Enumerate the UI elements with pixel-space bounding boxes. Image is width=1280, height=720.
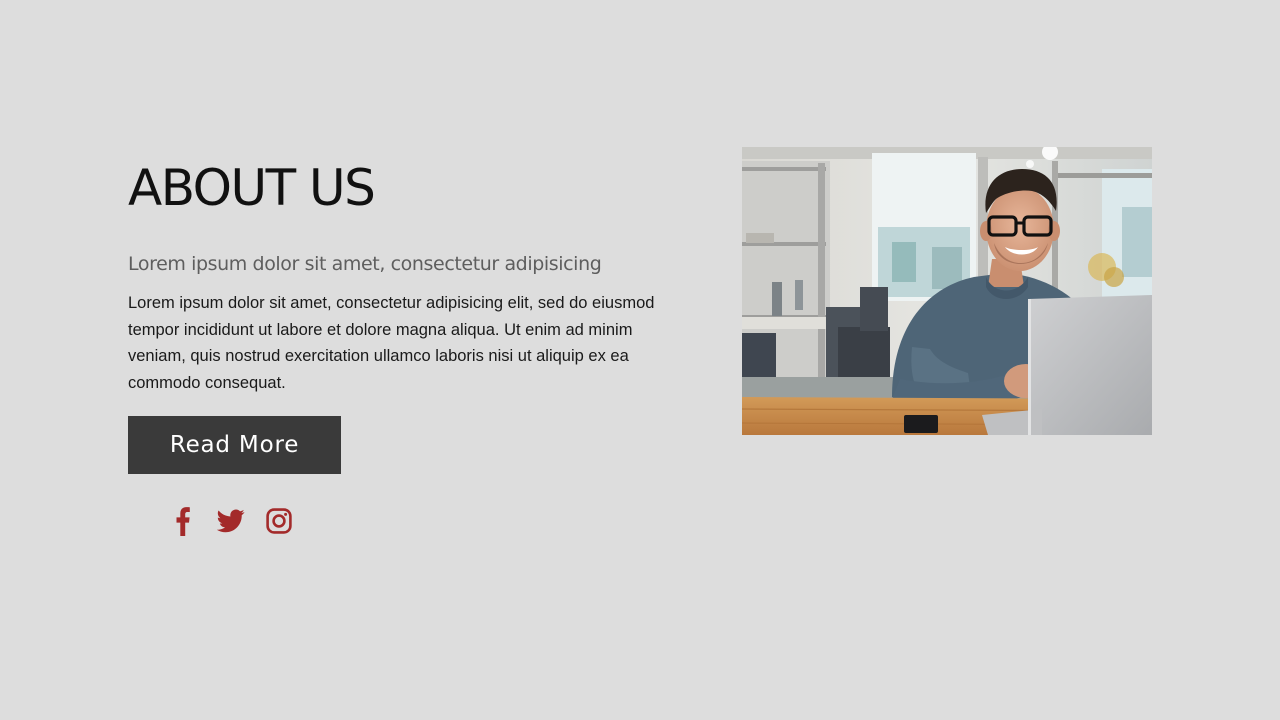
read-more-button[interactable]: Read More (128, 415, 341, 474)
instagram-icon (266, 508, 292, 534)
page-title: ABOUT US (128, 159, 376, 217)
facebook-link[interactable] (170, 504, 196, 538)
twitter-link[interactable] (216, 504, 246, 538)
instagram-link[interactable] (265, 504, 293, 538)
about-section: ABOUT US Lorem ipsum dolor sit amet, con… (0, 0, 1280, 720)
about-subtitle: Lorem ipsum dolor sit amet, consectetur … (128, 253, 602, 275)
social-links (170, 504, 293, 538)
twitter-icon (217, 509, 245, 533)
about-photo (742, 147, 1152, 435)
about-content: ABOUT US Lorem ipsum dolor sit amet, con… (128, 158, 688, 474)
facebook-icon (176, 507, 190, 536)
office-photo (742, 147, 1152, 435)
about-paragraph: Lorem ipsum dolor sit amet, consectetur … (128, 294, 655, 393)
